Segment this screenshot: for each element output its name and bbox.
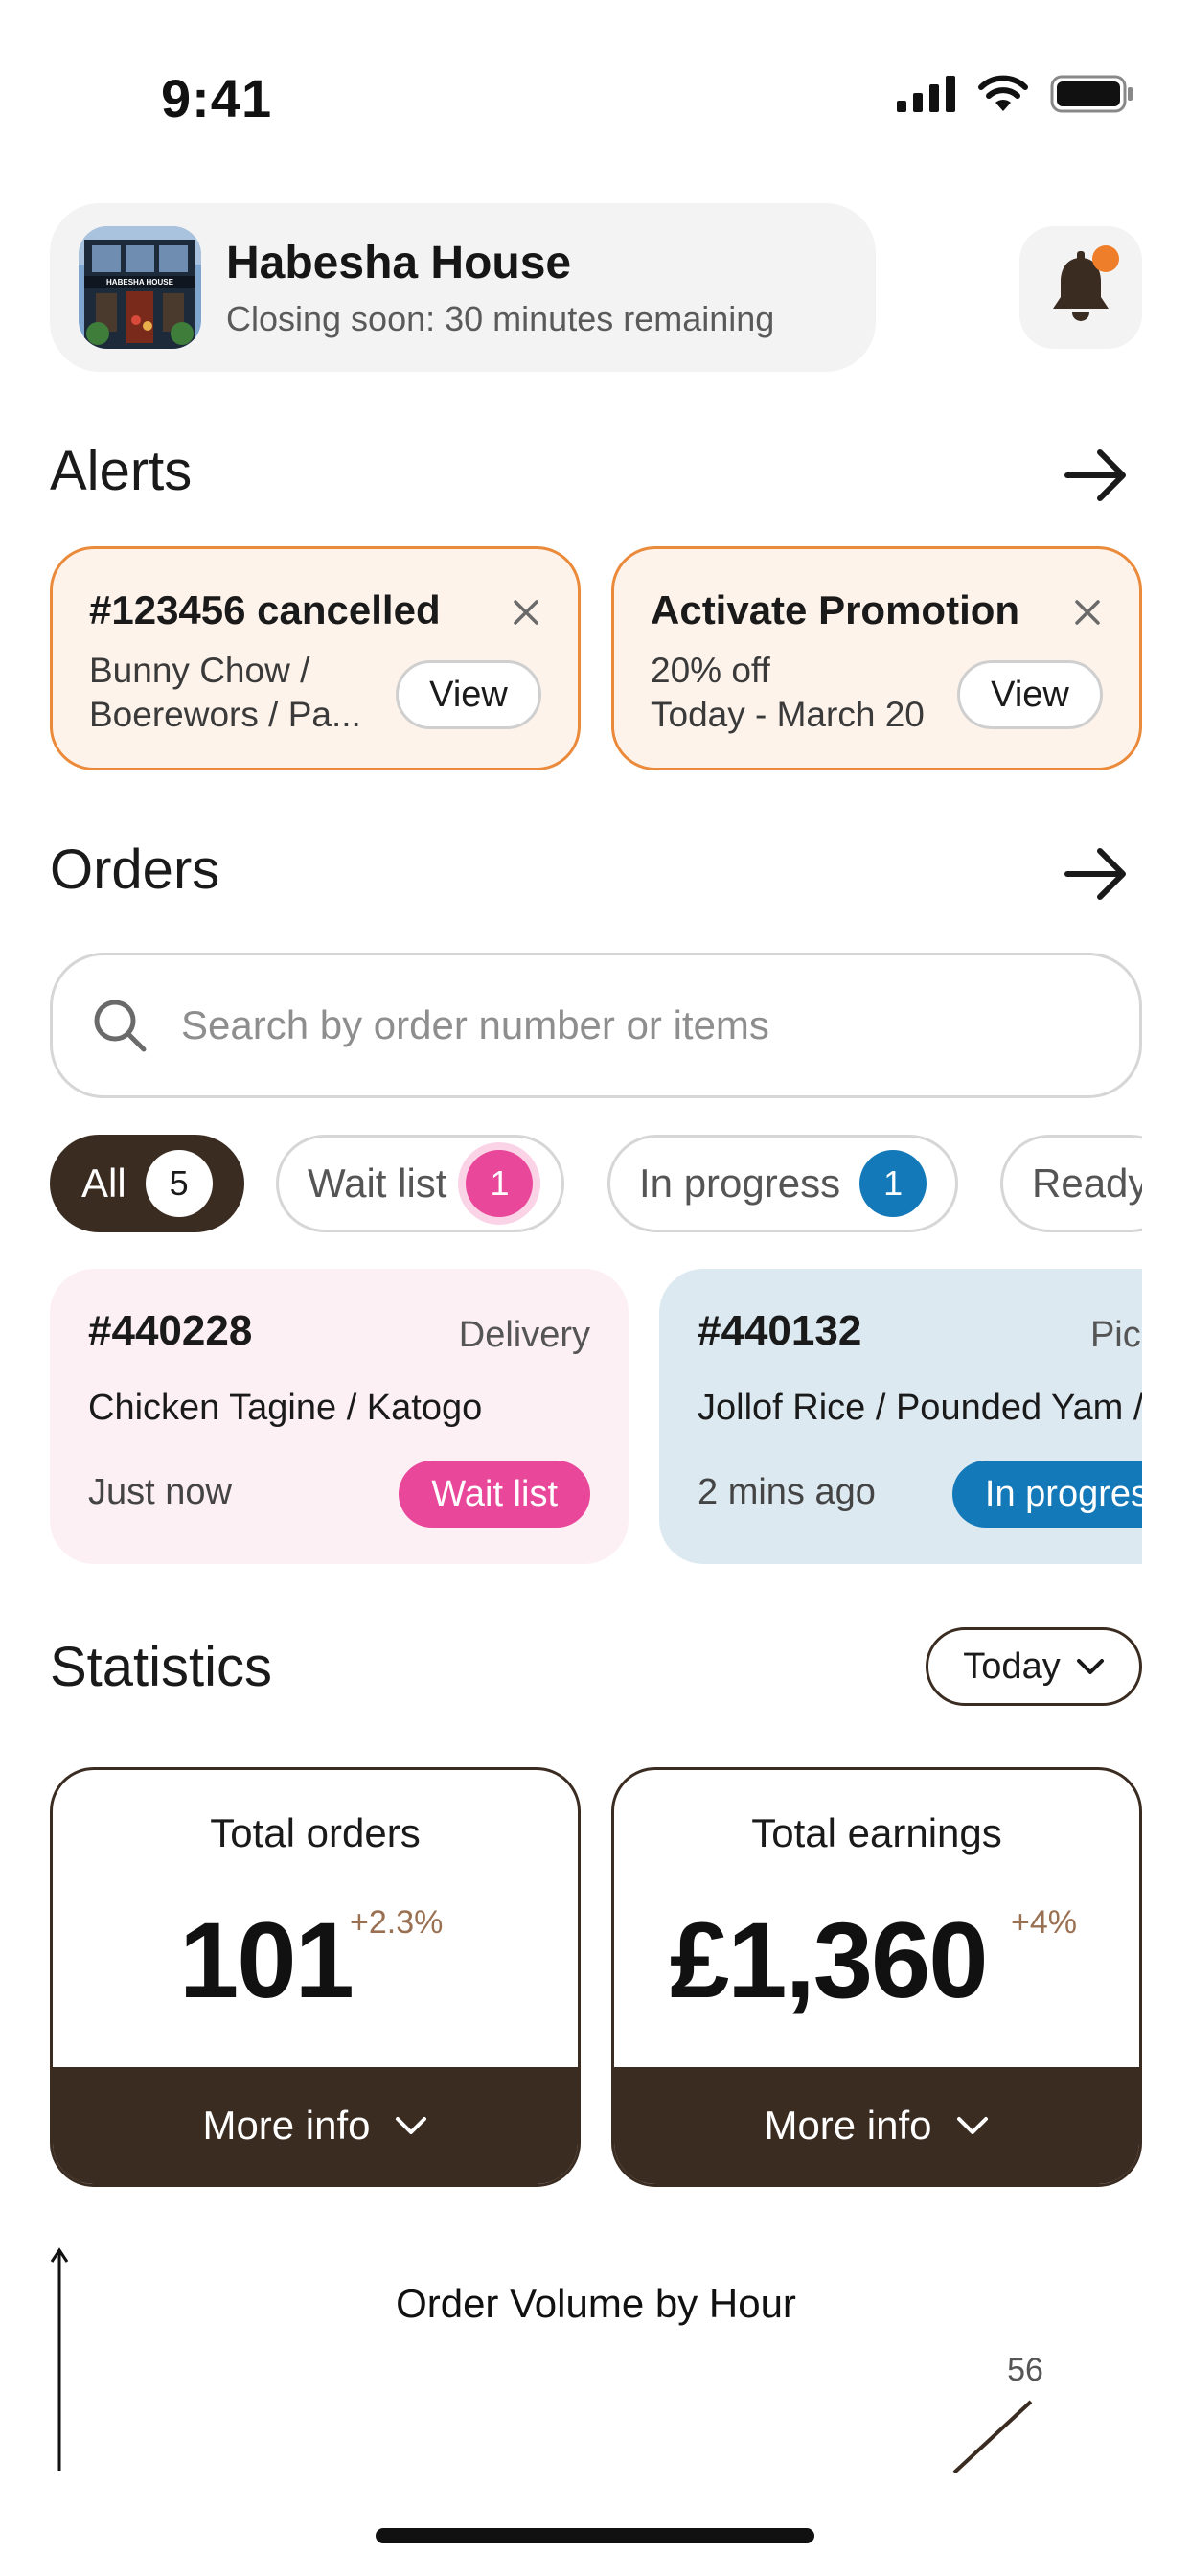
stat-card-total-orders: Total orders 101 +2.3% More info xyxy=(50,1767,581,2187)
statistics-title: Statistics xyxy=(50,1636,273,1698)
order-card[interactable]: #440228 Delivery Chicken Tagine / Katogo… xyxy=(50,1269,629,1564)
filter-count-badge: 1 xyxy=(466,1150,534,1217)
more-info-button[interactable]: More info xyxy=(53,2067,578,2184)
order-number: #440228 xyxy=(88,1307,253,1354)
store-card[interactable]: HABESHA HOUSE Habesha House Closing soon… xyxy=(50,203,876,372)
filter-count-badge: 1 xyxy=(859,1150,927,1217)
order-time: 2 mins ago xyxy=(698,1472,876,1512)
order-filters: All 5 Wait list 1 In progress 1 Ready xyxy=(50,1135,1142,1234)
more-info-label: More info xyxy=(764,2103,932,2148)
stat-label: Total orders xyxy=(210,1810,421,1855)
home-indicator xyxy=(376,2528,814,2543)
order-status-badge: In progress xyxy=(951,1460,1142,1528)
close-icon[interactable] xyxy=(511,597,541,628)
alert-card-promotion[interactable]: Activate Promotion 20% off Today - March… xyxy=(611,546,1142,770)
wifi-icon xyxy=(978,75,1028,111)
alert-view-button[interactable]: View xyxy=(957,660,1103,729)
search-icon xyxy=(94,1000,147,1052)
alert-card-cancelled[interactable]: #123456 cancelled Bunny Chow / Boerewors… xyxy=(50,546,581,770)
chart-svg: 56 xyxy=(50,2247,1043,2472)
store-name: Habesha House xyxy=(226,237,572,288)
more-info-label: More info xyxy=(202,2103,371,2148)
stat-delta: +4% xyxy=(1011,1904,1077,1941)
order-volume-chart: 56 Order Volume by Hour xyxy=(50,2242,1142,2472)
chevron-down-icon xyxy=(395,2117,426,2134)
search-input[interactable]: Search by order number or items xyxy=(50,953,1142,1098)
alerts-arrow-icon[interactable] xyxy=(1064,447,1131,504)
stat-label: Total earnings xyxy=(751,1810,1002,1855)
alerts-title: Alerts xyxy=(50,440,193,502)
order-type: Pickup xyxy=(1089,1315,1142,1355)
search-placeholder: Search by order number or items xyxy=(181,1002,769,1047)
chevron-down-icon xyxy=(1076,1659,1104,1674)
data-label: 56 xyxy=(1007,2352,1043,2388)
stat-delta: +2.3% xyxy=(350,1904,444,1941)
alert-desc-line2: Boerewors / Pa... xyxy=(89,695,361,734)
period-value: Today xyxy=(963,1645,1061,1687)
status-time: 9:41 xyxy=(161,68,273,128)
alert-title: #123456 cancelled xyxy=(89,587,441,632)
filter-chip-wait-list[interactable]: Wait list 1 xyxy=(276,1135,565,1232)
status-icons xyxy=(897,75,1134,113)
store-status: Closing soon: 30 minutes remaining xyxy=(226,298,775,338)
order-time: Just now xyxy=(88,1472,232,1512)
alert-desc-line1: 20% off xyxy=(651,651,770,690)
filter-chip-in-progress[interactable]: In progress 1 xyxy=(607,1135,959,1232)
order-type: Delivery xyxy=(458,1315,590,1355)
close-icon[interactable] xyxy=(1072,597,1103,628)
chart-title: Order Volume by Hour xyxy=(396,2281,796,2326)
order-number: #440132 xyxy=(698,1307,862,1354)
stat-card-total-earnings: Total earnings £1,360 +4% More info xyxy=(611,1767,1142,2187)
cellular-signal-icon xyxy=(897,76,955,112)
series-line xyxy=(952,2400,1033,2472)
orders-title: Orders xyxy=(50,839,220,901)
alert-description: Bunny Chow / Boerewors / Pa... xyxy=(89,649,361,737)
filter-label: In progress xyxy=(639,1161,841,1206)
status-bar: 9:41 xyxy=(0,0,1190,172)
alert-description: 20% off Today - March 20 xyxy=(651,649,925,737)
alert-desc-line2: Today - March 20 xyxy=(651,695,925,734)
chevron-down-icon xyxy=(956,2117,988,2134)
notifications-button[interactable] xyxy=(1019,226,1142,349)
filter-label: Ready xyxy=(1032,1161,1142,1206)
filter-chip-all[interactable]: All 5 xyxy=(50,1135,244,1232)
orders-arrow-icon[interactable] xyxy=(1064,845,1131,903)
alert-view-button[interactable]: View xyxy=(396,660,541,729)
more-info-button[interactable]: More info xyxy=(614,2067,1139,2184)
alert-title: Activate Promotion xyxy=(651,587,1020,632)
filter-count-badge: 5 xyxy=(145,1150,213,1217)
order-status-badge: Wait list xyxy=(399,1460,590,1528)
alert-desc-line1: Bunny Chow / xyxy=(89,651,310,690)
stat-value: 101 xyxy=(179,1900,355,2020)
order-items: Chicken Tagine / Katogo xyxy=(88,1388,483,1428)
filter-label: Wait list xyxy=(308,1161,447,1206)
period-dropdown[interactable]: Today xyxy=(926,1627,1142,1706)
orders-list: #440228 Delivery Chicken Tagine / Katogo… xyxy=(50,1269,1142,1564)
store-sign-text: HABESHA HOUSE xyxy=(106,278,174,287)
filter-chip-ready[interactable]: Ready xyxy=(1000,1135,1142,1232)
filter-label: All xyxy=(81,1161,126,1206)
order-items: Jollof Rice / Pounded Yam / Egusi xyxy=(698,1388,1142,1428)
battery-icon xyxy=(1050,75,1133,113)
order-card[interactable]: #440132 Pickup Jollof Rice / Pounded Yam… xyxy=(659,1269,1142,1564)
notification-dot xyxy=(1092,245,1119,272)
store-avatar: HABESHA HOUSE xyxy=(79,226,201,349)
stat-value: £1,360 xyxy=(670,1900,989,2020)
